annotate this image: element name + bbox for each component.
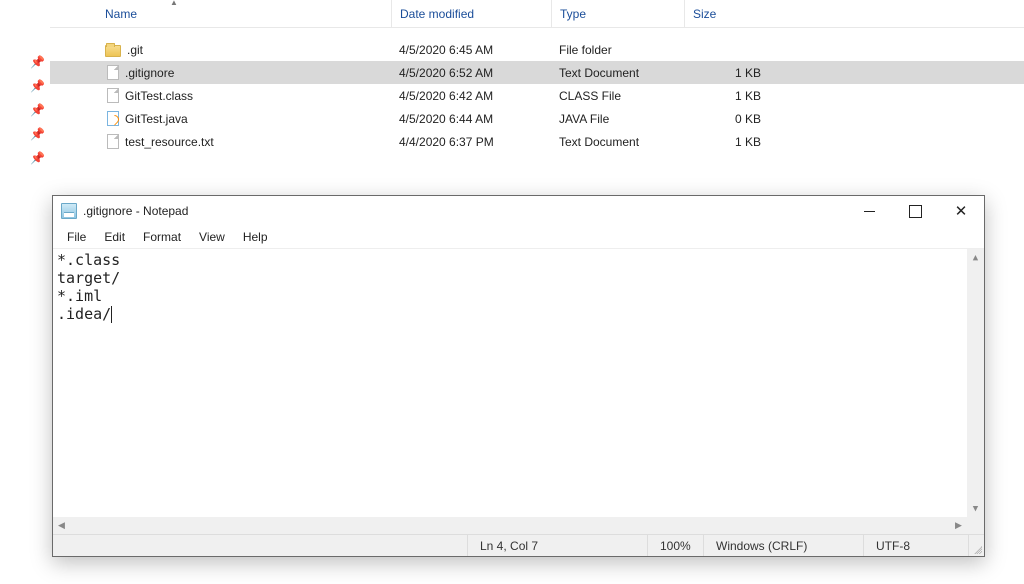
file-type-cell: Text Document (551, 66, 684, 80)
file-row[interactable]: .git 4/5/2020 6:45 AMFile folder (50, 38, 1024, 61)
file-name-cell: GitTest.class (105, 88, 391, 103)
column-header-label: Name (105, 7, 137, 21)
file-type-cell: CLASS File (551, 89, 684, 103)
file-size-cell: 1 KB (684, 135, 779, 149)
file-date-cell: 4/5/2020 6:52 AM (391, 66, 551, 80)
status-cursor-position: Ln 4, Col 7 (467, 535, 647, 556)
file-type-cell: File folder (551, 43, 684, 57)
sort-ascending-icon: ▲ (170, 0, 178, 7)
file-date-cell: 4/4/2020 6:37 PM (391, 135, 551, 149)
file-explorer-list: 📌 📌 📌 📌 📌 Name ▲ Date modified Type Size… (50, 0, 1024, 180)
pin-icon: 📌 (30, 79, 45, 93)
file-icon (107, 88, 119, 103)
file-date-cell: 4/5/2020 6:42 AM (391, 89, 551, 103)
status-line-ending: Windows (CRLF) (703, 535, 863, 556)
menu-help[interactable]: Help (235, 228, 276, 246)
notepad-statusbar: Ln 4, Col 7 100% Windows (CRLF) UTF-8 (53, 534, 984, 556)
scroll-down-icon[interactable]: ▼ (967, 500, 984, 517)
menu-file[interactable]: File (59, 228, 94, 246)
notepad-titlebar[interactable]: .gitignore - Notepad ✕ (53, 196, 984, 226)
column-header-label: Size (693, 7, 716, 21)
status-zoom: 100% (647, 535, 703, 556)
pin-icon: 📌 (30, 103, 45, 117)
file-date-cell: 4/5/2020 6:45 AM (391, 43, 551, 57)
file-row[interactable]: GitTest.java 4/5/2020 6:44 AMJAVA File0 K… (50, 107, 1024, 130)
menu-format[interactable]: Format (135, 228, 189, 246)
folder-icon (105, 45, 121, 57)
window-title: .gitignore - Notepad (83, 204, 188, 218)
pin-icon: 📌 (30, 55, 45, 69)
file-name: GitTest.java (125, 112, 188, 126)
text-cursor (111, 306, 112, 323)
notepad-menubar: File Edit Format View Help (53, 226, 984, 248)
column-header-label: Date modified (400, 7, 474, 21)
file-icon (107, 134, 119, 149)
horizontal-scrollbar[interactable]: ◀ ▶ (53, 517, 984, 534)
column-header-type[interactable]: Type (551, 0, 684, 27)
pin-icon: 📌 (30, 151, 45, 165)
column-header-name[interactable]: Name ▲ (105, 0, 391, 27)
file-name-cell: GitTest.java (105, 111, 391, 126)
column-header-size[interactable]: Size (684, 0, 779, 27)
file-type-cell: Text Document (551, 135, 684, 149)
resize-grip[interactable] (968, 535, 984, 556)
quick-access-pins: 📌 📌 📌 📌 📌 (30, 55, 45, 165)
status-encoding: UTF-8 (863, 535, 968, 556)
file-row[interactable]: GitTest.class 4/5/2020 6:42 AMCLASS File1… (50, 84, 1024, 107)
column-header-label: Type (560, 7, 586, 21)
menu-edit[interactable]: Edit (96, 228, 133, 246)
pin-icon: 📌 (30, 127, 45, 141)
file-size-cell: 0 KB (684, 112, 779, 126)
menu-view[interactable]: View (191, 228, 233, 246)
scrollbar-corner (967, 517, 984, 534)
java-file-icon (107, 111, 119, 126)
file-row[interactable]: .gitignore 4/5/2020 6:52 AMText Document1… (50, 61, 1024, 84)
file-name-cell: .git (105, 43, 391, 57)
file-icon (107, 65, 119, 80)
column-header-date[interactable]: Date modified (391, 0, 551, 27)
file-name-cell: test_resource.txt (105, 134, 391, 149)
close-button[interactable]: ✕ (938, 196, 984, 226)
file-name: GitTest.class (125, 89, 193, 103)
file-name-cell: .gitignore (105, 65, 391, 80)
file-row[interactable]: test_resource.txt 4/4/2020 6:37 PMText Do… (50, 130, 1024, 153)
file-name: .gitignore (125, 66, 174, 80)
file-type-cell: JAVA File (551, 112, 684, 126)
file-name: .git (127, 43, 143, 57)
scroll-right-icon[interactable]: ▶ (950, 517, 967, 534)
vertical-scrollbar[interactable]: ▲ ▼ (967, 249, 984, 517)
minimize-button[interactable] (846, 196, 892, 226)
file-name: test_resource.txt (125, 135, 214, 149)
notepad-icon (61, 203, 77, 219)
editor-area: *.class target/ *.iml .idea/ ▲ ▼ ◀ ▶ (53, 248, 984, 534)
file-rows: .git 4/5/2020 6:45 AMFile folder .gitignor… (50, 38, 1024, 153)
file-date-cell: 4/5/2020 6:44 AM (391, 112, 551, 126)
scroll-left-icon[interactable]: ◀ (53, 517, 70, 534)
text-editor[interactable]: *.class target/ *.iml .idea/ ▲ ▼ (53, 249, 984, 517)
maximize-button[interactable] (892, 196, 938, 226)
file-size-cell: 1 KB (684, 89, 779, 103)
window-controls: ✕ (846, 196, 984, 226)
notepad-window: .gitignore - Notepad ✕ File Edit Format … (52, 195, 985, 557)
column-headers: Name ▲ Date modified Type Size (50, 0, 1024, 28)
file-size-cell: 1 KB (684, 66, 779, 80)
scroll-up-icon[interactable]: ▲ (967, 249, 984, 266)
